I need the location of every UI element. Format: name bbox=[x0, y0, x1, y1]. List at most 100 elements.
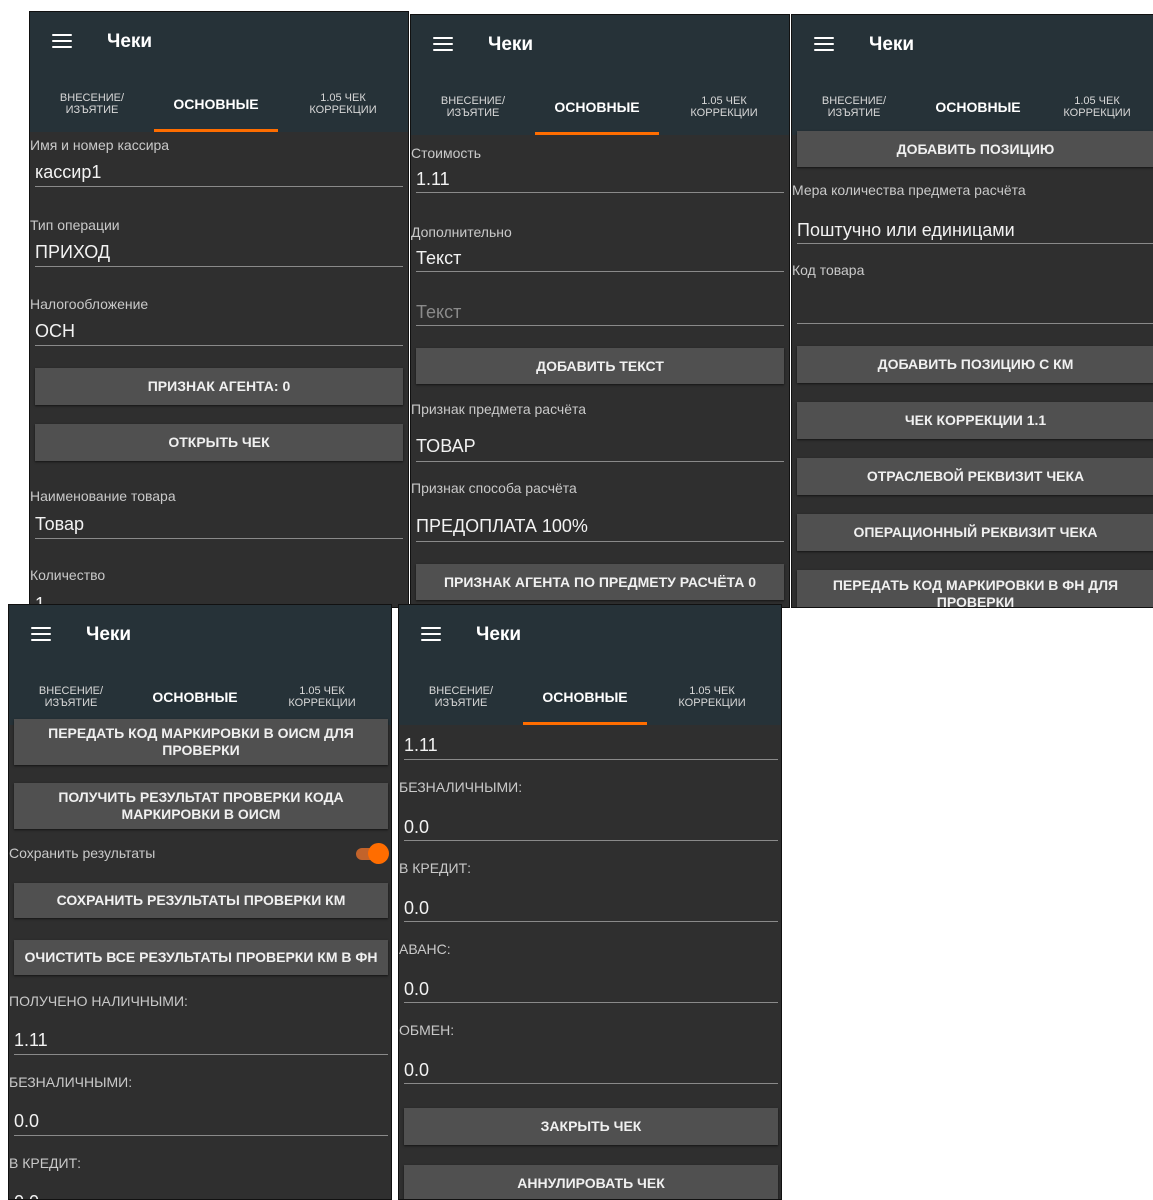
app-bar: Чеки ВНЕСЕНИЕ/ ИЗЪЯТИЕ ОСНОВНЫЕ 1.05 ЧЕК… bbox=[792, 15, 1153, 135]
save-km-results-button[interactable]: СОХРАНИТЬ РЕЗУЛЬТАТЫ ПРОВЕРКИ КМ bbox=[14, 883, 388, 918]
content: Стоимость 1.11 Дополнительно Текст Текст… bbox=[411, 135, 789, 607]
field-underline bbox=[416, 271, 784, 272]
app-bar: Чеки ВНЕСЕНИЕ/ ИЗЪЯТИЕ ОСНОВНЫЕ 1.05 ЧЕК… bbox=[399, 605, 781, 725]
app-bar: Чеки ВНЕСЕНИЕ/ ИЗЪЯТИЕ ОСНОВНЫЕ 1.05 ЧЕК… bbox=[9, 605, 391, 725]
screen-4: Чеки ВНЕСЕНИЕ/ ИЗЪЯТИЕ ОСНОВНЫЕ 1.05 ЧЕК… bbox=[8, 604, 392, 1200]
screen-5: Чеки ВНЕСЕНИЕ/ ИЗЪЯТИЕ ОСНОВНЫЕ 1.05 ЧЕК… bbox=[398, 604, 782, 1200]
screen-1: Чеки ВНЕСЕНИЕ/ ИЗЪЯТИЕ ОСНОВНЫЕ 1.05 ЧЕК… bbox=[29, 11, 409, 608]
exchange-label: ОБМЕН: bbox=[399, 1022, 455, 1038]
content: ПЕРЕДАТЬ КОД МАРКИРОВКИ В ОИСМ ДЛЯ ПРОВЕ… bbox=[9, 719, 391, 1199]
tab-label: 1.05 ЧЕК КОРРЕКЦИИ bbox=[1063, 95, 1131, 119]
save-results-label: Сохранить результаты bbox=[9, 845, 156, 861]
agent-sign-button[interactable]: ПРИЗНАК АГЕНТА: 0 bbox=[35, 368, 403, 405]
tab-cash-in-out[interactable]: ВНЕСЕНИЕ/ ИЗЪЯТИЕ bbox=[792, 79, 916, 135]
tab-bar: ВНЕСЕНИЕ/ ИЗЪЯТИЕ ОСНОВНЫЕ 1.05 ЧЕК КОРР… bbox=[792, 79, 1153, 135]
tab-correction[interactable]: 1.05 ЧЕК КОРРЕКЦИИ bbox=[647, 669, 777, 725]
get-oism-result-button[interactable]: ПОЛУЧИТЬ РЕЗУЛЬТАТ ПРОВЕРКИ КОДА МАРКИРО… bbox=[14, 783, 388, 829]
agent-subject-button[interactable]: ПРИЗНАК АГЕНТА ПО ПРЕДМЕТУ РАСЧЁТА 0 bbox=[416, 564, 784, 600]
add-text-button[interactable]: ДОБАВИТЬ ТЕКСТ bbox=[416, 348, 784, 384]
measure-label: Мера количества предмета расчёта bbox=[792, 182, 1026, 198]
screen-3: Чеки ВНЕСЕНИЕ/ ИЗЪЯТИЕ ОСНОВНЫЕ 1.05 ЧЕК… bbox=[791, 14, 1153, 608]
credit-field[interactable]: 0.0 bbox=[404, 898, 429, 919]
menu-icon[interactable] bbox=[52, 34, 72, 48]
tab-main[interactable]: ОСНОВНЫЕ bbox=[535, 79, 659, 135]
tab-cash-in-out[interactable]: ВНЕСЕНИЕ/ ИЗЪЯТИЕ bbox=[399, 669, 523, 725]
cashier-field[interactable]: кассир1 bbox=[35, 162, 101, 183]
tab-label: ОСНОВНЫЕ bbox=[542, 689, 628, 705]
field-underline bbox=[404, 1083, 778, 1084]
tab-correction[interactable]: 1.05 ЧЕК КОРРЕКЦИИ bbox=[659, 79, 789, 135]
field-underline bbox=[35, 538, 403, 539]
clear-km-results-button[interactable]: ОЧИСТИТЬ ВСЕ РЕЗУЛЬТАТЫ ПРОВЕРКИ КМ В ФН bbox=[14, 940, 388, 975]
industry-requisite-button[interactable]: ОТРАСЛЕВОЙ РЕКВИЗИТ ЧЕКА bbox=[797, 458, 1153, 495]
product-field[interactable]: Товар bbox=[35, 514, 84, 535]
tab-label: ВНЕСЕНИЕ/ ИЗЪЯТИЕ bbox=[821, 95, 887, 119]
menu-icon[interactable] bbox=[814, 37, 834, 51]
send-km-oism-button[interactable]: ПЕРЕДАТЬ КОД МАРКИРОВКИ В ОИСМ ДЛЯ ПРОВЕ… bbox=[14, 719, 388, 765]
app-title: Чеки bbox=[107, 31, 153, 52]
menu-icon[interactable] bbox=[421, 627, 441, 641]
tab-cash-in-out[interactable]: ВНЕСЕНИЕ/ ИЗЪЯТИЕ bbox=[30, 76, 154, 132]
app-bar: Чеки ВНЕСЕНИЕ/ ИЗЪЯТИЕ ОСНОВНЫЕ 1.05 ЧЕК… bbox=[30, 12, 408, 132]
field-underline bbox=[416, 541, 784, 542]
content: 1.11 БЕЗНАЛИЧНЫМИ: 0.0 В КРЕДИТ: 0.0 АВА… bbox=[399, 725, 781, 1199]
cash-field[interactable]: 1.11 bbox=[14, 1030, 48, 1051]
subject-select[interactable]: ТОВАР bbox=[416, 436, 476, 457]
operation-select[interactable]: ПРИХОД bbox=[35, 242, 110, 263]
close-check-button[interactable]: ЗАКРЫТЬ ЧЕК bbox=[404, 1108, 778, 1145]
correction-check-button[interactable]: ЧЕК КОРРЕКЦИИ 1.1 bbox=[797, 402, 1153, 439]
tab-main[interactable]: ОСНОВНЫЕ bbox=[154, 76, 278, 132]
operation-label: Тип операции bbox=[30, 217, 120, 233]
cash-field[interactable]: 1.11 bbox=[404, 735, 438, 756]
tab-correction[interactable]: 1.05 ЧЕК КОРРЕКЦИИ bbox=[257, 669, 387, 725]
method-select[interactable]: ПРЕДОПЛАТА 100% bbox=[416, 516, 588, 537]
tab-correction[interactable]: 1.05 ЧЕК КОРРЕКЦИИ bbox=[278, 76, 408, 132]
toggle-knob bbox=[368, 843, 389, 864]
app-title: Чеки bbox=[488, 34, 534, 55]
field-underline bbox=[416, 192, 784, 193]
tab-label: 1.05 ЧЕК КОРРЕКЦИИ bbox=[309, 92, 377, 116]
noncash-field[interactable]: 0.0 bbox=[14, 1111, 39, 1132]
menu-icon[interactable] bbox=[31, 627, 51, 641]
credit-field[interactable]: 0.0 bbox=[14, 1192, 39, 1199]
tax-select[interactable]: ОСН bbox=[35, 321, 75, 342]
measure-select[interactable]: Поштучно или единицами bbox=[797, 220, 1015, 241]
tab-label: ОСНОВНЫЕ bbox=[173, 96, 259, 112]
credit-label: В КРЕДИТ: bbox=[9, 1155, 82, 1171]
noncash-field[interactable]: 0.0 bbox=[404, 817, 429, 838]
save-results-toggle[interactable] bbox=[354, 842, 390, 864]
field-underline bbox=[404, 759, 778, 760]
tab-label: ОСНОВНЫЕ bbox=[935, 99, 1021, 115]
method-label: Признак способа расчёта bbox=[411, 480, 577, 496]
field-underline bbox=[35, 186, 403, 187]
field-underline bbox=[404, 921, 778, 922]
operational-requisite-button[interactable]: ОПЕРАЦИОННЫЙ РЕКВИЗИТ ЧЕКА bbox=[797, 514, 1153, 551]
cashier-label: Имя и номер кассира bbox=[30, 137, 170, 153]
cost-field[interactable]: 1.11 bbox=[416, 169, 450, 190]
send-km-fn-button[interactable]: ПЕРЕДАТЬ КОД МАРКИРОВКИ В ФН ДЛЯ ПРОВЕРК… bbox=[797, 570, 1153, 607]
menu-icon[interactable] bbox=[433, 37, 453, 51]
code-label: Код товара bbox=[792, 262, 865, 278]
tab-main[interactable]: ОСНОВНЫЕ bbox=[133, 669, 257, 725]
cancel-check-button[interactable]: АННУЛИРОВАТЬ ЧЕК bbox=[404, 1165, 778, 1199]
field-underline bbox=[14, 1054, 388, 1055]
tab-main[interactable]: ОСНОВНЫЕ bbox=[523, 669, 647, 725]
extra-field[interactable]: Текст bbox=[416, 248, 461, 269]
app-bar: Чеки ВНЕСЕНИЕ/ ИЗЪЯТИЕ ОСНОВНЫЕ 1.05 ЧЕК… bbox=[411, 15, 789, 135]
subject-label: Признак предмета расчёта bbox=[411, 401, 587, 417]
tab-bar: ВНЕСЕНИЕ/ ИЗЪЯТИЕ ОСНОВНЫЕ 1.05 ЧЕК КОРР… bbox=[30, 76, 408, 132]
field-underline bbox=[14, 1135, 388, 1136]
tab-cash-in-out[interactable]: ВНЕСЕНИЕ/ ИЗЪЯТИЕ bbox=[411, 79, 535, 135]
add-position-km-button[interactable]: ДОБАВИТЬ ПОЗИЦИЮ С КМ bbox=[797, 346, 1153, 383]
add-position-button[interactable]: ДОБАВИТЬ ПОЗИЦИЮ bbox=[797, 131, 1153, 167]
advance-field[interactable]: 0.0 bbox=[404, 979, 429, 1000]
tab-main[interactable]: ОСНОВНЫЕ bbox=[916, 79, 1040, 135]
open-check-button[interactable]: ОТКРЫТЬ ЧЕК bbox=[35, 424, 403, 461]
exchange-field[interactable]: 0.0 bbox=[404, 1060, 429, 1081]
tab-cash-in-out[interactable]: ВНЕСЕНИЕ/ ИЗЪЯТИЕ bbox=[9, 669, 133, 725]
noncash-label: БЕЗНАЛИЧНЫМИ: bbox=[399, 779, 523, 795]
tab-label: ВНЕСЕНИЕ/ ИЗЪЯТИЕ bbox=[440, 95, 506, 119]
tab-correction[interactable]: 1.05 ЧЕК КОРРЕКЦИИ bbox=[1040, 79, 1153, 135]
screen-2: Чеки ВНЕСЕНИЕ/ ИЗЪЯТИЕ ОСНОВНЫЕ 1.05 ЧЕК… bbox=[410, 14, 790, 608]
text-input[interactable]: Текст bbox=[416, 302, 461, 323]
